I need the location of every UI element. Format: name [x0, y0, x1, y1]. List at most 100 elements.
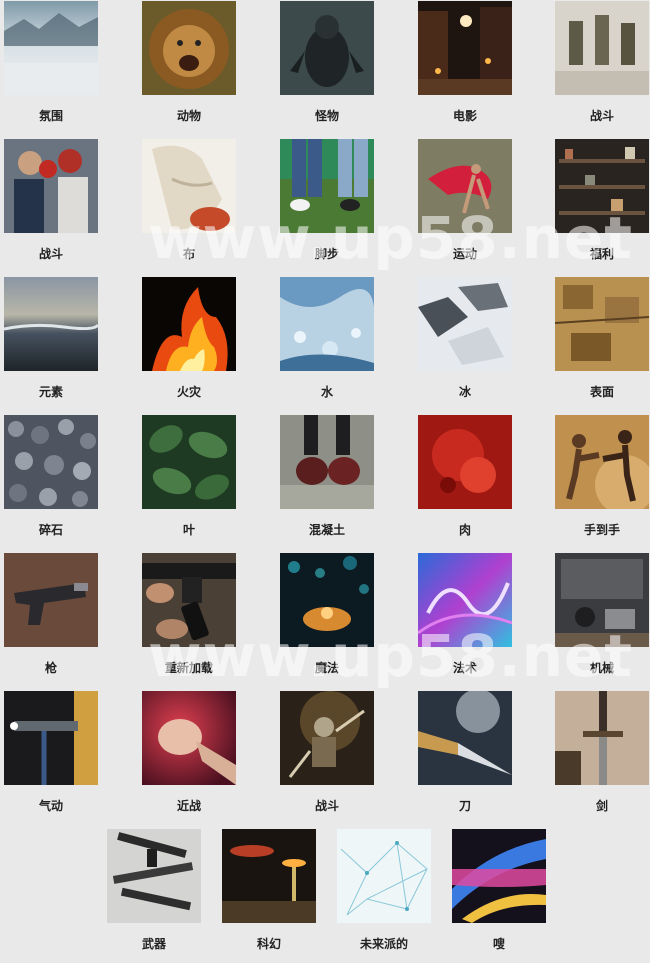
tile-label: 近战 — [176, 799, 201, 813]
tile-label: 叶 — [182, 523, 195, 537]
category-tile-mechanical[interactable]: 机械 — [555, 553, 649, 675]
category-tile-elements[interactable]: 元素 — [4, 277, 98, 399]
tile-label: 氛围 — [38, 109, 63, 123]
water-thumbnail[interactable] — [280, 277, 374, 371]
futuristic-thumbnail[interactable] — [337, 829, 431, 923]
category-tile-battle[interactable]: 战斗 — [280, 691, 374, 813]
category-tile-monsters[interactable]: 怪物 — [280, 1, 374, 123]
meat-thumbnail[interactable] — [418, 415, 512, 509]
category-tile-combat[interactable]: 战斗 — [555, 1, 649, 123]
category-tile-cloth[interactable]: 布 — [142, 139, 236, 261]
tile-label: 福利 — [589, 247, 614, 261]
cloth-thumbnail[interactable] — [142, 139, 236, 233]
tile-label: 战斗 — [589, 109, 614, 123]
sports-thumbnail[interactable] — [418, 139, 512, 233]
category-tile-magic[interactable]: 魔法 — [280, 553, 374, 675]
tile-label: 元素 — [38, 385, 63, 399]
surface-thumbnail[interactable] — [555, 277, 649, 371]
battle-thumbnail[interactable] — [280, 691, 374, 785]
category-tile-water[interactable]: 水 — [280, 277, 374, 399]
tile-label: 枪 — [44, 661, 57, 675]
category-tile-weapons[interactable]: 武器 — [107, 829, 201, 951]
category-tile-animals[interactable]: 动物 — [142, 1, 236, 123]
tile-label: 战斗 — [314, 799, 339, 813]
tile-label: 肉 — [458, 523, 471, 537]
scifi-thumbnail[interactable] — [222, 829, 316, 923]
pneumatic-thumbnail[interactable] — [4, 691, 98, 785]
tile-label: 嗖 — [492, 937, 505, 951]
tile-label: 科幻 — [256, 937, 281, 951]
category-tile-sword[interactable]: 剑 — [555, 691, 649, 813]
tile-label: 布 — [182, 247, 195, 261]
tile-label: 战斗 — [38, 247, 63, 261]
leaves-thumbnail[interactable] — [142, 415, 236, 509]
monsters-thumbnail[interactable] — [280, 1, 374, 95]
mechanical-thumbnail[interactable] — [555, 553, 649, 647]
category-tile-surface[interactable]: 表面 — [555, 277, 649, 399]
reload-thumbnail[interactable] — [142, 553, 236, 647]
tile-label: 混凝土 — [308, 523, 345, 537]
tile-label: 重新加载 — [164, 661, 213, 675]
magic-thumbnail[interactable] — [280, 553, 374, 647]
category-tile-leaves[interactable]: 叶 — [142, 415, 236, 537]
tile-label: 机械 — [589, 661, 614, 675]
tile-label: 表面 — [589, 385, 614, 399]
combat-thumbnail[interactable] — [555, 1, 649, 95]
category-tile-movies[interactable]: 电影 — [418, 1, 512, 123]
tile-label: 脚步 — [314, 247, 339, 261]
category-tile-gun[interactable]: 枪 — [4, 553, 98, 675]
tile-label: 电影 — [452, 109, 477, 123]
category-tile-hand-to-hand[interactable]: 手到手 — [555, 415, 649, 537]
category-tile-pneumatic[interactable]: 气动 — [4, 691, 98, 813]
category-tile-melee[interactable]: 近战 — [142, 691, 236, 813]
category-tile-knife[interactable]: 刀 — [418, 691, 512, 813]
category-tile-meat[interactable]: 肉 — [418, 415, 512, 537]
category-tile-reload[interactable]: 重新加载 — [142, 553, 236, 675]
tile-label: 武器 — [141, 937, 166, 951]
welfare-thumbnail[interactable] — [555, 139, 649, 233]
fight-thumbnail[interactable] — [4, 139, 98, 233]
ice-thumbnail[interactable] — [418, 277, 512, 371]
tile-label: 水 — [320, 385, 333, 399]
spells-thumbnail[interactable] — [418, 553, 512, 647]
tile-label: 刀 — [458, 799, 471, 813]
category-tile-ice[interactable]: 冰 — [418, 277, 512, 399]
tile-label: 火灾 — [176, 385, 201, 399]
melee-thumbnail[interactable] — [142, 691, 236, 785]
gravel-thumbnail[interactable] — [4, 415, 98, 509]
tile-label: 魔法 — [314, 661, 339, 675]
category-tile-welfare[interactable]: 福利 — [555, 139, 649, 261]
sword-thumbnail[interactable] — [555, 691, 649, 785]
category-tile-concrete[interactable]: 混凝土 — [280, 415, 374, 537]
category-tile-footsteps[interactable]: 脚步 — [280, 139, 374, 261]
hand-to-hand-thumbnail[interactable] — [555, 415, 649, 509]
category-tile-sports[interactable]: 运动 — [418, 139, 512, 261]
category-tile-spells[interactable]: 法术 — [418, 553, 512, 675]
concrete-thumbnail[interactable] — [280, 415, 374, 509]
footsteps-thumbnail[interactable] — [280, 139, 374, 233]
tile-label: 冰 — [458, 385, 471, 399]
category-tile-fight[interactable]: 战斗 — [4, 139, 98, 261]
movies-thumbnail[interactable] — [418, 1, 512, 95]
category-tile-whoosh[interactable]: 嗖 — [452, 829, 546, 951]
elements-thumbnail[interactable] — [4, 277, 98, 371]
knife-thumbnail[interactable] — [418, 691, 512, 785]
category-tile-atmosphere[interactable]: 氛围 — [4, 1, 98, 123]
weapons-thumbnail[interactable] — [107, 829, 201, 923]
atmosphere-thumbnail[interactable] — [4, 1, 98, 95]
category-tile-futuristic[interactable]: 未来派的 — [337, 829, 431, 951]
whoosh-thumbnail[interactable] — [452, 829, 546, 923]
fire-thumbnail[interactable] — [142, 277, 236, 371]
category-tile-scifi[interactable]: 科幻 — [222, 829, 316, 951]
gun-thumbnail[interactable] — [4, 553, 98, 647]
tile-label: 剑 — [595, 799, 608, 813]
tile-label: 怪物 — [314, 109, 339, 123]
category-tile-fire[interactable]: 火灾 — [142, 277, 236, 399]
tile-label: 手到手 — [583, 523, 620, 537]
animals-thumbnail[interactable] — [142, 1, 236, 95]
category-tile-gravel[interactable]: 碎石 — [4, 415, 98, 537]
tile-label: 未来派的 — [359, 937, 408, 951]
sound-category-grid: 氛围 动物 怪物 电影 战斗 战斗 布 脚步 运动 福利 元素 火灾 水 冰 表… — [0, 0, 650, 963]
tile-label: 动物 — [176, 109, 201, 123]
tile-label: 法术 — [452, 661, 477, 675]
